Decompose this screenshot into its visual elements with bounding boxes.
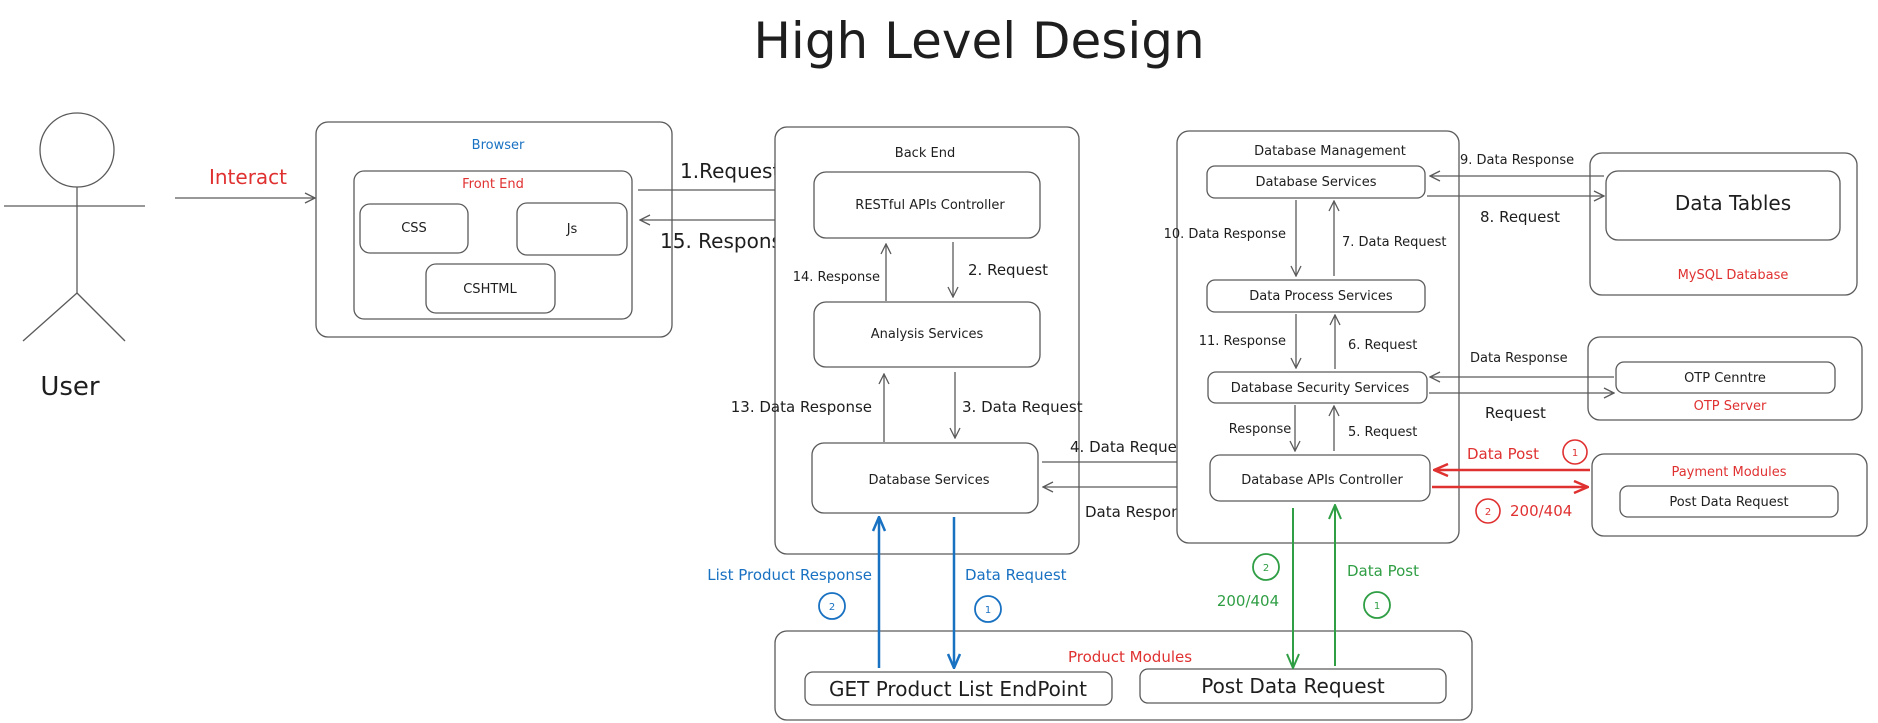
analysis-services-label: Analysis Services — [871, 327, 984, 342]
request-8-label: 8. Request — [1480, 208, 1560, 226]
product-post-data-request-label: Post Data Request — [1201, 674, 1385, 698]
interact-label: Interact — [209, 165, 287, 189]
request-6-label: 6. Request — [1348, 338, 1417, 353]
response-15-label: 15. Response — [660, 229, 794, 253]
response-11-label: 11. Response — [1199, 334, 1286, 349]
dbm-database-services-label: Database Services — [1256, 175, 1377, 190]
browser-label: Browser — [472, 138, 525, 153]
payment-status-label: 200/404 — [1510, 502, 1572, 520]
response-label: Response — [1229, 422, 1291, 437]
js-label: Js — [566, 222, 578, 237]
backend-database-services-label: Database Services — [869, 473, 990, 488]
diagram-title: High Level Design — [753, 12, 1204, 70]
user-actor: User — [4, 112, 145, 402]
restful-controller-label: RESTful APIs Controller — [855, 198, 1005, 213]
payment-step-1-number: 1 — [1572, 448, 1578, 459]
list-product-response-label: List Product Response — [707, 566, 872, 584]
data-process-services-label: Data Process Services — [1249, 289, 1393, 304]
otp-request-label: Request — [1485, 404, 1546, 422]
post-status-step-number: 2 — [1263, 563, 1269, 574]
data-tables-label: Data Tables — [1675, 191, 1791, 215]
request-2-label: 2. Request — [968, 261, 1048, 279]
database-security-services-label: Database Security Services — [1231, 381, 1410, 396]
browser-container: Browser Front End CSS Js CSHTML — [315, 121, 673, 338]
payment-modules-container: Payment Modules Post Data Request — [1591, 453, 1868, 537]
back-end-container: Back End RESTful APIs Controller Analysi… — [774, 126, 1080, 555]
mysql-database-container: Data Tables MySQL Database — [1589, 152, 1858, 296]
list-product-response-step-number: 2 — [829, 602, 835, 613]
payment-step-2-number: 2 — [1485, 507, 1491, 518]
database-apis-controller-label: Database APIs Controller — [1241, 473, 1403, 488]
product-data-request-label: Data Request — [965, 566, 1067, 584]
product-data-request-step-number: 1 — [985, 605, 991, 616]
data-request-3-label: 3. Data Request — [962, 398, 1083, 416]
actor-head — [39, 112, 115, 188]
back-end-label: Back End — [895, 146, 955, 161]
data-response-10-label: 10. Data Response — [1164, 227, 1286, 242]
data-response-9-label: 9. Data Response — [1460, 153, 1574, 168]
cshtml-label: CSHTML — [463, 282, 517, 297]
otp-server-label: OTP Server — [1694, 399, 1767, 414]
data-response-13-label: 13. Data Response — [731, 398, 872, 416]
payment-post-data-request-label: Post Data Request — [1669, 495, 1788, 510]
request-1-label: 1.Request — [680, 159, 780, 183]
response-14-label: 14. Response — [793, 270, 880, 285]
data-request-4-label: 4. Data Request — [1070, 438, 1191, 456]
post-status-label: 200/404 — [1217, 592, 1279, 610]
post-data-step-number: 1 — [1374, 601, 1380, 612]
front-end-label: Front End — [462, 177, 524, 192]
actor-label: User — [40, 372, 100, 402]
payment-data-post-label: Data Post — [1467, 445, 1539, 463]
database-management-label: Database Management — [1254, 144, 1406, 159]
payment-modules-label: Payment Modules — [1671, 465, 1786, 480]
get-product-list-endpoint-label: GET Product List EndPoint — [829, 677, 1087, 701]
post-data-label: Data Post — [1347, 562, 1419, 580]
otp-data-response-label: Data Response — [1470, 351, 1568, 366]
otp-centre-label: OTP Cenntre — [1684, 371, 1766, 386]
mysql-database-label: MySQL Database — [1678, 268, 1789, 283]
otp-server-container: OTP Cenntre OTP Server — [1587, 336, 1863, 421]
css-label: CSS — [401, 221, 427, 236]
actor-right-leg — [76, 292, 126, 342]
request-5-label: 5. Request — [1348, 425, 1417, 440]
data-request-7-label: 7. Data Request — [1342, 235, 1447, 250]
actor-left-leg — [22, 292, 78, 342]
product-modules-label: Product Modules — [1068, 648, 1192, 666]
high-level-design-diagram: High Level Design User Interact Browser … — [4, 12, 1868, 721]
